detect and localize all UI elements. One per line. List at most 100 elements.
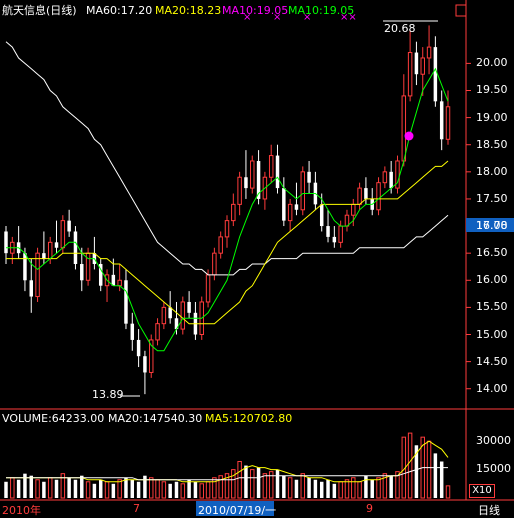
volume-bar [275, 469, 280, 498]
candle-down [439, 101, 444, 140]
candle-up [376, 182, 381, 211]
candle-down [244, 177, 248, 189]
volume-bar [47, 477, 53, 499]
candle-down [136, 339, 141, 357]
volume-bar [111, 483, 116, 498]
high-price-label: 20.68 [384, 22, 416, 35]
volume-bar [54, 479, 59, 498]
volume-bar [73, 479, 78, 498]
volume-bar [42, 481, 46, 498]
candle-down [29, 280, 33, 297]
x-label-month-7: 7 [133, 502, 140, 515]
volume-bar [85, 481, 91, 499]
x-label-cursor-date: 2010/07/19/一 [198, 504, 277, 517]
candle-up [287, 203, 293, 222]
candle-down [187, 301, 191, 313]
volume-bar [174, 481, 179, 498]
volume-bar [445, 485, 451, 499]
volume-bar [124, 477, 128, 498]
volume-bar [212, 477, 217, 499]
candle-up [161, 306, 167, 325]
candle-up [401, 95, 407, 162]
volume-bar [168, 483, 172, 498]
volume-bar [433, 453, 438, 498]
volume-bar [143, 475, 147, 498]
candle-up [180, 301, 186, 330]
low-price-label: 13.89 [92, 388, 124, 401]
volume-bar [92, 483, 97, 498]
candle-up [237, 176, 242, 205]
candle-down [275, 155, 280, 189]
kline-chart[interactable]: × × × ×× [0, 0, 514, 517]
volume-bar [319, 481, 324, 498]
candle-up [35, 252, 40, 298]
candle-down [326, 226, 330, 237]
candle-up [117, 279, 122, 287]
candle-down [433, 47, 438, 102]
candle-up [250, 160, 255, 189]
volume-bar [148, 477, 154, 499]
volume-bar [161, 481, 167, 499]
volume-bar [370, 479, 374, 498]
candle-up [420, 57, 425, 75]
volume-bar [426, 440, 432, 499]
period-button[interactable]: 日线 [478, 502, 500, 518]
volume-bar [389, 475, 393, 498]
ma60-readout: MA60:17.20 [86, 4, 153, 17]
candle-up [268, 155, 274, 178]
price-axis-label: 15.00 [476, 327, 508, 341]
volume-bar [130, 479, 135, 498]
volume-bar [407, 432, 413, 499]
stock-title: 航天信息(日线) [2, 4, 77, 17]
candle-up [212, 252, 217, 276]
x-label-year: 2010年 [2, 504, 41, 517]
price-axis-label: 16.50 [476, 246, 508, 260]
ma10-readout-b: MA10:19.05 [288, 4, 355, 17]
volume-bar [332, 483, 337, 498]
candle-down [282, 188, 286, 221]
candle-up [382, 171, 388, 184]
candle-down [294, 204, 299, 210]
volume-ma5-readout: MA5:120702.80 [205, 412, 293, 425]
candle-down [307, 171, 311, 183]
volume-bar [98, 479, 103, 498]
volume-unit-button[interactable]: X10 [469, 484, 495, 498]
price-axis-label: 17.50 [476, 191, 508, 205]
x-label-month-9: 9 [366, 502, 373, 515]
volume-bar [313, 479, 318, 498]
volume-bar [4, 481, 8, 498]
candle-down [4, 231, 8, 254]
volume-bar [357, 481, 362, 499]
candle-down [130, 323, 135, 340]
candle-up [407, 52, 413, 97]
volume-bar [199, 483, 204, 499]
volume-bar [351, 477, 356, 499]
candle-up [231, 203, 236, 222]
volume-ma20-readout: MA20:147540.30 [108, 412, 203, 425]
volume-bar [376, 477, 381, 499]
volume-bar [67, 477, 71, 498]
volume-axis-label-2: 15000 [476, 462, 511, 475]
volume-bar [193, 481, 198, 498]
volume-bar [180, 483, 186, 499]
price-axis-label: 19.50 [476, 83, 508, 97]
candle-down [319, 204, 324, 227]
volume-axis-label-1: 30000 [476, 434, 511, 447]
candle-down [73, 231, 78, 265]
signal-marker [404, 131, 414, 141]
volume-bar [262, 473, 268, 499]
volume-bar [326, 479, 330, 498]
candle-down [414, 52, 419, 75]
candle-down [332, 236, 337, 243]
volume-bar [364, 475, 368, 498]
candle-up [205, 274, 211, 303]
volume-bar [344, 479, 350, 499]
candle-down [54, 242, 59, 248]
price-axis-label: 16.00 [476, 273, 508, 287]
volume-bar [256, 467, 261, 498]
candle-up [218, 236, 223, 254]
volume-bar [10, 477, 15, 499]
candle-up [351, 203, 356, 216]
price-axis-label: 14.00 [476, 381, 508, 395]
price-axis-label: 20.00 [476, 56, 508, 70]
